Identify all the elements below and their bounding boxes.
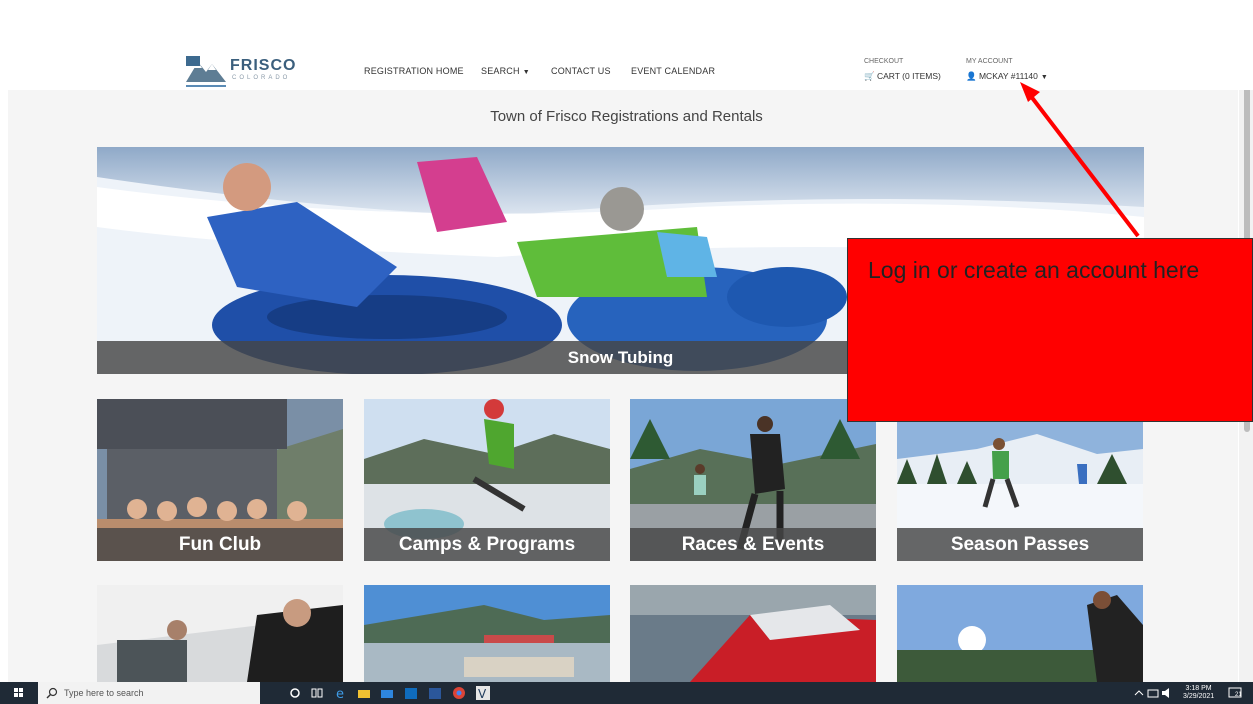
nav-registration-home[interactable]: REGISTRATION HOME: [364, 66, 464, 76]
windows-logo-icon: [14, 688, 23, 697]
tile-season-passes[interactable]: Season Passes: [897, 399, 1143, 561]
tile-caption: Fun Club: [97, 528, 343, 561]
annotation-callout: Log in or create an account here: [847, 238, 1253, 422]
app-v-icon[interactable]: V: [476, 686, 490, 700]
tile-camps-programs[interactable]: Camps & Programs: [364, 399, 610, 561]
cart-icon: 🛒: [864, 71, 875, 81]
account-menu[interactable]: 👤 MCKAY #11140 ▼: [966, 71, 1048, 82]
skiing-sunset-image: [897, 585, 1143, 682]
tile-row2-2[interactable]: [364, 585, 610, 682]
svg-text:e: e: [336, 687, 344, 700]
taskbar-clock[interactable]: 3:18 PM 3/29/2021: [1183, 685, 1214, 701]
nav-search[interactable]: SEARCH ▼: [481, 66, 530, 76]
boat-lake-image: [364, 585, 610, 682]
red-boat-image: [630, 585, 876, 682]
nav-contact-us[interactable]: CONTACT US: [551, 66, 611, 76]
search-icon: [46, 687, 58, 699]
cart-link[interactable]: 🛒 CART (0 ITEMS): [864, 71, 941, 82]
page: FRISCO COLORADO REGISTRATION HOME SEARCH…: [0, 0, 1253, 704]
tile-row2-3[interactable]: [630, 585, 876, 682]
cortana-icon[interactable]: [288, 686, 302, 700]
notification-count: 21: [1235, 692, 1242, 698]
cart-label: CART (0 ITEMS): [876, 71, 941, 81]
caret-down-icon: ▼: [522, 69, 530, 76]
file-explorer-icon[interactable]: [357, 686, 371, 700]
tile-row2-4[interactable]: [897, 585, 1143, 682]
task-view-icon[interactable]: [310, 686, 324, 700]
caret-down-icon: ▼: [1040, 74, 1048, 81]
nav-search-label: SEARCH: [481, 66, 520, 76]
tile-caption: Races & Events: [630, 528, 876, 561]
tile-caption: Camps & Programs: [364, 528, 610, 561]
start-button[interactable]: [0, 682, 38, 704]
tile-row2-1[interactable]: [97, 585, 343, 682]
account-user: MCKAY #11140: [978, 71, 1038, 81]
tile-races-events[interactable]: Races & Events: [630, 399, 876, 561]
logo-sub: COLORADO: [232, 75, 291, 81]
network-icon[interactable]: [1146, 686, 1160, 700]
action-center-button[interactable]: 21: [1228, 686, 1242, 700]
tile-caption: Season Passes: [897, 528, 1143, 561]
page-title: Town of Frisco Registrations and Rentals: [490, 108, 763, 125]
nav-event-calendar[interactable]: EVENT CALENDAR: [631, 66, 715, 76]
checkout-label: CHECKOUT: [864, 58, 904, 65]
tray-expand-icon[interactable]: [1132, 686, 1146, 700]
user-icon: 👤: [966, 71, 977, 81]
word-icon[interactable]: [428, 686, 442, 700]
taskbar-search[interactable]: Type here to search: [38, 682, 260, 704]
svg-text:V: V: [478, 687, 487, 700]
mountain-logo-icon: [186, 56, 226, 82]
frisco-logo[interactable]: FRISCO COLORADO: [186, 56, 295, 88]
windows-taskbar: Type here to search e V 3:18 PM 3/29/202…: [0, 682, 1253, 704]
volume-icon[interactable]: [1160, 686, 1174, 700]
taskbar-search-placeholder: Type here to search: [64, 688, 144, 698]
mail-icon[interactable]: [380, 686, 394, 700]
edge-icon[interactable]: e: [334, 686, 348, 700]
clock-date: 3/29/2021: [1183, 693, 1215, 700]
site-header: FRISCO COLORADO REGISTRATION HOME SEARCH…: [0, 0, 1253, 90]
outlook-icon[interactable]: [404, 686, 418, 700]
logo-brand: FRISCO: [230, 57, 297, 74]
tent-grill-image: [97, 585, 343, 682]
chrome-icon[interactable]: [452, 686, 466, 700]
clock-time: 3:18 PM: [1185, 685, 1212, 692]
tile-fun-club[interactable]: Fun Club: [97, 399, 343, 561]
my-account-label: MY ACCOUNT: [966, 58, 1013, 65]
logo-underline: [186, 85, 226, 87]
